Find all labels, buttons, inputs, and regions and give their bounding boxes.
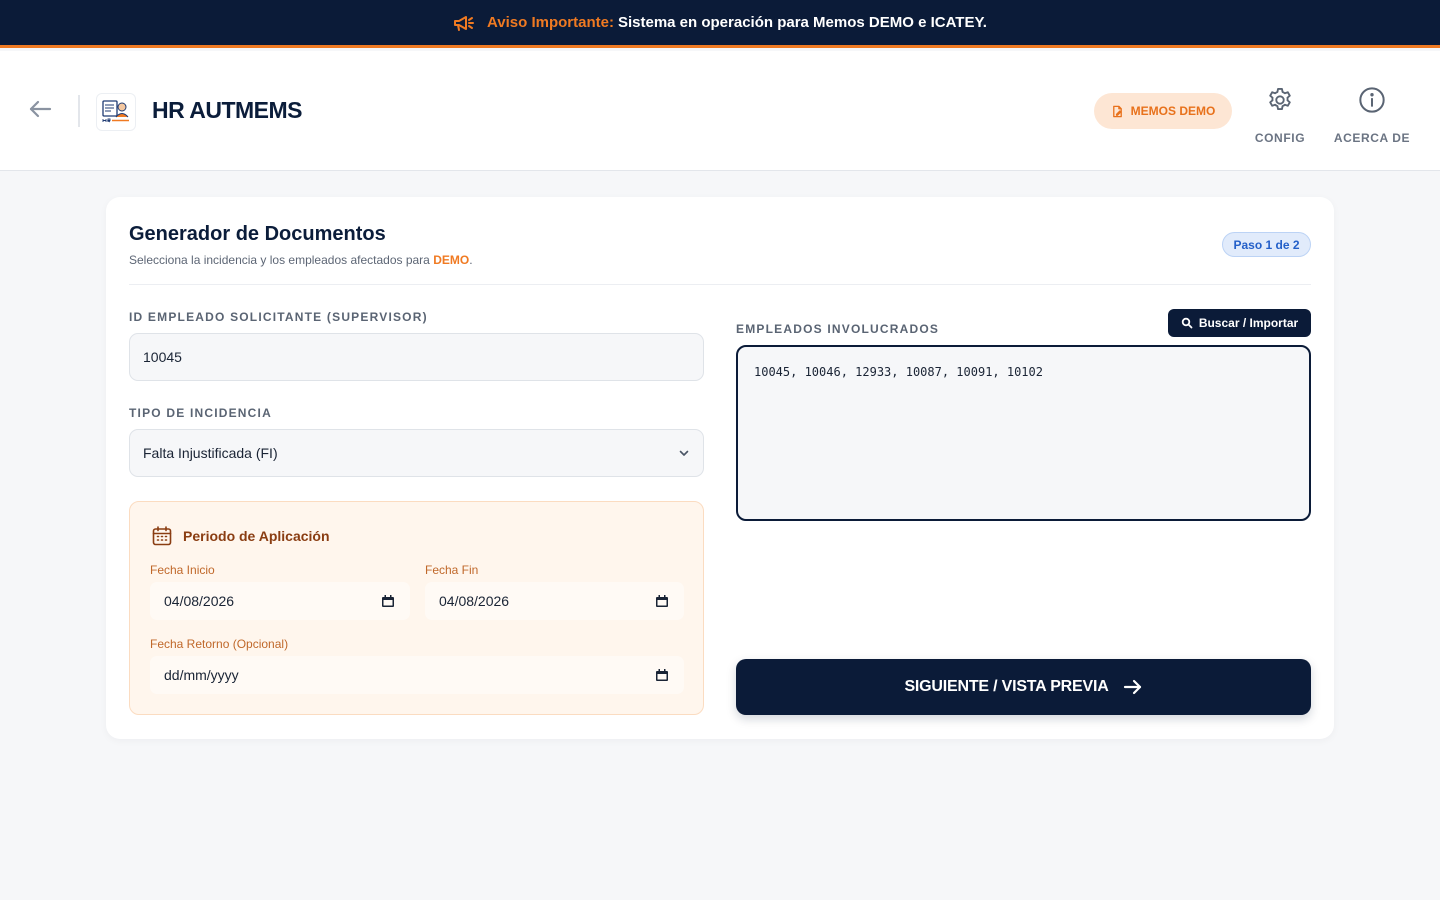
- arrow-right-icon: [1123, 677, 1143, 697]
- search-icon: [1181, 317, 1193, 329]
- employees-textarea[interactable]: 10045, 10046, 12933, 10087, 10091, 10102: [736, 345, 1311, 521]
- incidence-type-value: Falta Injustificada (FI): [143, 445, 278, 461]
- announcement-message: Sistema en operación para Memos DEMO e I…: [617, 14, 987, 31]
- nav-about-label: ACERCA DE: [1333, 131, 1411, 145]
- card-divider: [129, 284, 1311, 285]
- edit-document-icon: [1112, 105, 1122, 117]
- calendar-picker-icon[interactable]: [655, 594, 669, 608]
- arrow-left-icon: [29, 100, 52, 118]
- page-title: Generador de Documentos: [129, 223, 386, 245]
- end-date-input[interactable]: 04/08/2026: [425, 582, 684, 620]
- gear-icon: [1265, 85, 1295, 115]
- search-import-label: Buscar / Importar: [1198, 316, 1299, 330]
- back-button[interactable]: [26, 97, 54, 121]
- calendar-picker-icon[interactable]: [655, 668, 669, 682]
- step-badge: Paso 1 de 2: [1222, 232, 1311, 257]
- incidence-type-select[interactable]: Falta Injustificada (FI): [129, 429, 704, 477]
- period-title: Periodo de Aplicación: [183, 528, 330, 544]
- return-date-input[interactable]: dd/mm/yyyy: [150, 656, 684, 694]
- subtitle-text: Selecciona la incidencia y los empleados…: [129, 253, 434, 267]
- memos-demo-label: MEMOS DEMO: [1130, 104, 1216, 118]
- supervisor-id-value: 10045: [143, 349, 182, 365]
- return-date-placeholder: dd/mm/yyyy: [164, 667, 239, 683]
- end-date-label: Fecha Fin: [425, 563, 479, 577]
- app-header: HR AUTMEMS MEMOS DEMO CONFIG ACERCA DE: [0, 51, 1440, 171]
- chevron-down-icon: [679, 450, 689, 456]
- megaphone-icon: [453, 14, 475, 32]
- memos-demo-button[interactable]: MEMOS DEMO: [1094, 93, 1232, 129]
- page-subtitle: Selecciona la incidencia y los empleados…: [129, 253, 473, 267]
- application-period-panel: Periodo de Aplicación Fecha Inicio 04/08…: [129, 501, 704, 715]
- subtitle-highlight: DEMO: [433, 253, 470, 267]
- announcement-bar: Aviso Importante: Sistema en operación p…: [0, 0, 1440, 48]
- nav-config-label: CONFIG: [1254, 131, 1306, 145]
- employees-label: EMPLEADOS INVOLUCRADOS: [736, 322, 940, 336]
- end-date-value: 04/08/2026: [439, 593, 510, 609]
- announcement-label: Aviso Importante:: [487, 14, 614, 31]
- app-title: HR AUTMEMS: [152, 97, 303, 123]
- incidence-type-label: TIPO DE INCIDENCIA: [129, 406, 272, 420]
- info-icon: [1357, 85, 1387, 115]
- start-date-value: 04/08/2026: [164, 593, 235, 609]
- subtitle-suffix: .: [469, 253, 473, 267]
- period-header: Periodo de Aplicación: [151, 525, 330, 547]
- return-date-label: Fecha Retorno (Opcional): [150, 637, 289, 651]
- nav-about[interactable]: ACERCA DE: [1332, 85, 1412, 145]
- start-date-input[interactable]: 04/08/2026: [150, 582, 410, 620]
- header-divider: [78, 95, 80, 127]
- nav-config[interactable]: CONFIG: [1250, 85, 1310, 145]
- start-date-label: Fecha Inicio: [150, 563, 215, 577]
- next-preview-label: SIGUIENTE / VISTA PREVIA: [904, 678, 1109, 695]
- supervisor-id-input[interactable]: 10045: [129, 333, 704, 381]
- document-generator-card: Generador de Documentos Selecciona la in…: [106, 197, 1334, 739]
- search-import-button[interactable]: Buscar / Importar: [1168, 309, 1311, 337]
- next-preview-button[interactable]: SIGUIENTE / VISTA PREVIA: [736, 659, 1311, 715]
- supervisor-id-label: ID EMPLEADO SOLICITANTE (SUPERVISOR): [129, 310, 428, 324]
- app-logo: [96, 93, 136, 131]
- employees-value: 10045, 10046, 12933, 10087, 10091, 10102: [754, 365, 1043, 379]
- calendar-picker-icon[interactable]: [381, 594, 395, 608]
- hr-autmems-logo: [102, 100, 130, 123]
- calendar-icon: [152, 526, 172, 546]
